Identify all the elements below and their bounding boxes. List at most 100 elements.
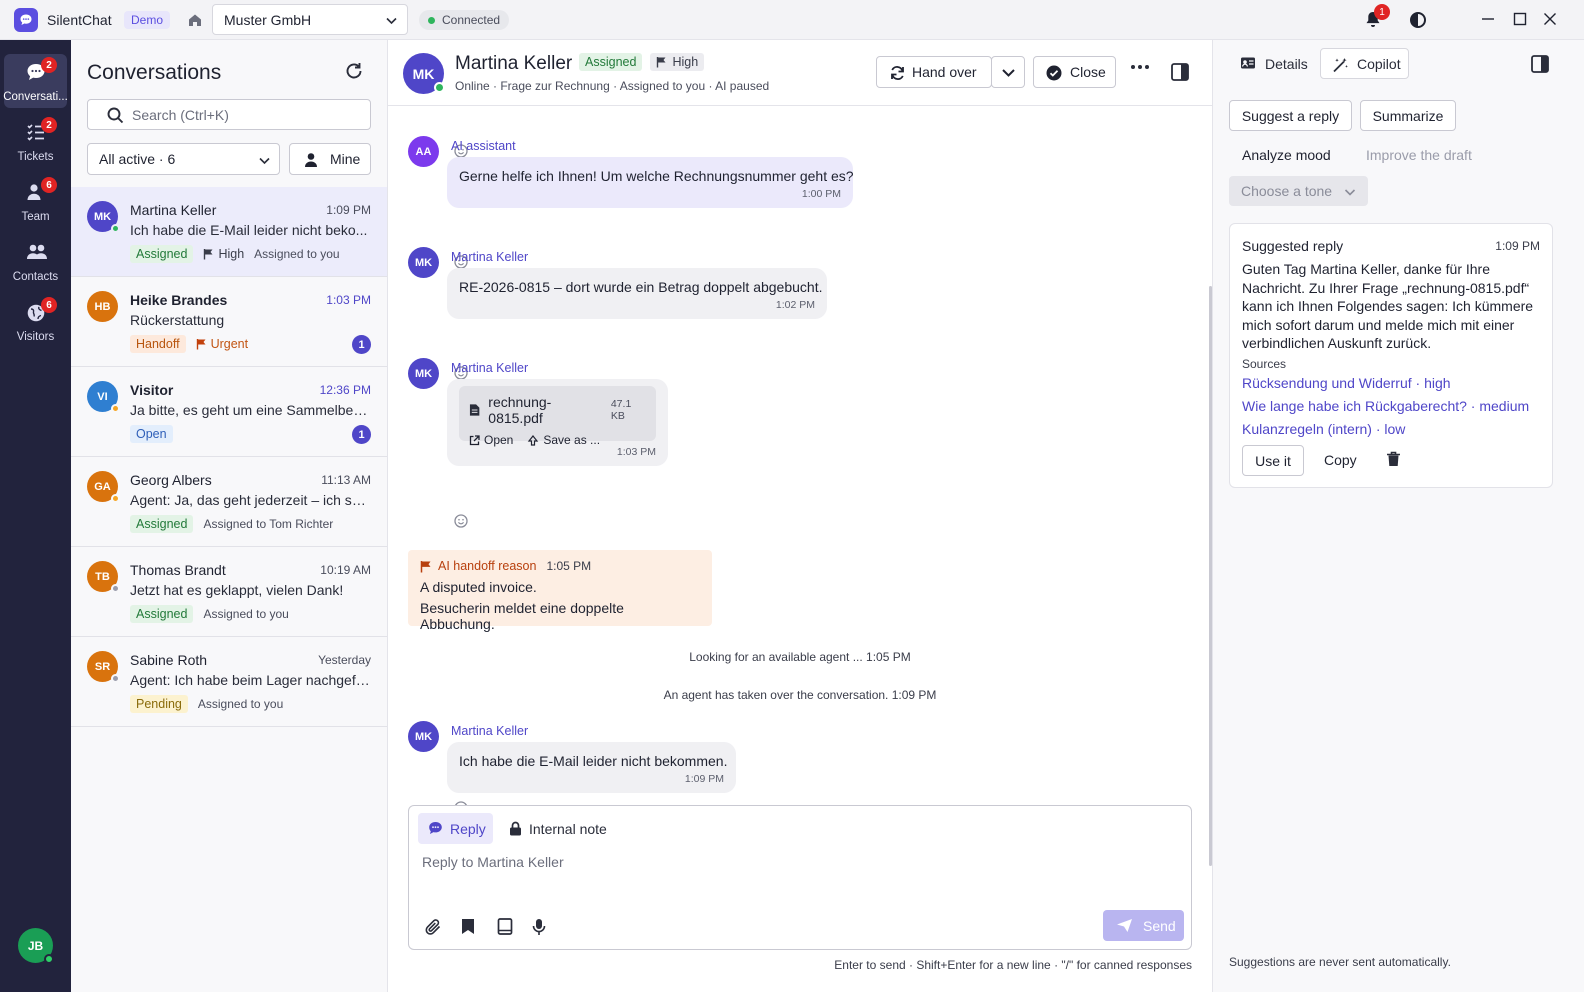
conversation-time: 12:36 PM xyxy=(319,383,371,397)
conversation-preview: Ja bitte, es geht um eine Sammelbest... xyxy=(130,402,370,418)
file-size: 47.1 KB xyxy=(610,398,632,422)
refresh-icon[interactable] xyxy=(344,61,364,81)
message-author: AI assistant xyxy=(451,139,516,153)
presence-dot xyxy=(111,404,120,413)
conversation-list-item[interactable]: HB Heike Brandes 1:03 PM Rückerstattung Hand… xyxy=(71,277,387,367)
window-maximize-icon[interactable] xyxy=(1513,12,1527,26)
workspace-select[interactable]: Muster GmbH xyxy=(212,4,408,35)
attach-paperclip-icon[interactable] xyxy=(425,918,442,936)
contacts-icon xyxy=(26,243,48,261)
conversation-list-item[interactable]: VI Visitor 12:36 PM Ja bitte, es geht um ei… xyxy=(71,367,387,457)
save-file-link[interactable]: Save as ... xyxy=(527,433,600,447)
handoff-time: 1:05 PM xyxy=(546,559,592,573)
bookmark-icon[interactable] xyxy=(461,918,475,935)
workspace-name: Muster GmbH xyxy=(224,11,312,28)
online-status-dot xyxy=(434,82,445,93)
document-icon xyxy=(469,404,480,416)
sidebar-toggle-icon[interactable] xyxy=(1171,63,1189,81)
assignee-label: Assigned to you xyxy=(254,247,340,261)
trash-icon[interactable] xyxy=(1386,451,1401,467)
react-emoji-icon[interactable] xyxy=(454,514,468,528)
conversation-meta: Open xyxy=(130,425,173,443)
suggestion-time: 1:09 PM xyxy=(1495,239,1540,253)
status-badge: Assigned xyxy=(130,605,194,623)
source-link[interactable]: Kulanzregeln (intern) · low xyxy=(1242,421,1405,437)
source-link[interactable]: Wie lange habe ich Rückgaberecht? · medi… xyxy=(1242,398,1529,414)
message-input[interactable]: Reply to Martina Keller xyxy=(422,854,564,870)
sidebar-toggle-icon[interactable] xyxy=(1531,55,1549,73)
composer: Reply Internal note Reply to Martina Kel… xyxy=(408,805,1192,950)
window-minimize-icon[interactable] xyxy=(1481,12,1495,26)
tab-details-label: Details xyxy=(1265,55,1308,72)
conversation-list-item[interactable]: GA Georg Albers 11:13 AM Agent: Ja, das geh… xyxy=(71,457,387,547)
priority-badge: High xyxy=(203,247,244,261)
chevron-down-icon xyxy=(258,154,271,167)
status-badge: Handoff xyxy=(130,335,186,353)
mine-filter-button[interactable]: Mine xyxy=(289,143,371,175)
tab-internal-note[interactable]: Internal note xyxy=(509,813,607,844)
rail-item-label: Contacts xyxy=(12,271,59,283)
flag-icon xyxy=(204,249,213,260)
message-avatar: MK xyxy=(408,247,439,278)
avatar: HB xyxy=(87,291,118,322)
microphone-icon[interactable] xyxy=(532,918,546,936)
message-bubble: RE-2026-0815 – dort wurde ein Betrag dop… xyxy=(447,268,827,319)
improve-draft-button[interactable]: Improve the draft xyxy=(1366,147,1472,163)
more-options-icon[interactable] xyxy=(1130,64,1150,70)
conversation-list-item[interactable]: MK Martina Keller 1:09 PM Ich habe die E-Ma… xyxy=(71,187,387,277)
home-icon[interactable] xyxy=(187,12,203,28)
book-icon[interactable] xyxy=(497,918,513,935)
hand-over-button[interactable]: Hand over xyxy=(876,56,992,88)
conversation-preview: Jetzt hat es geklappt, vielen Dank! xyxy=(130,582,344,598)
conversation-name: Heike Brandes xyxy=(130,292,228,308)
conversation-list-item[interactable]: SR Sabine Roth Yesterday Agent: Ich habe be… xyxy=(71,637,387,727)
chevron-down-icon xyxy=(385,14,398,27)
message-bubble: Gerne helfe ich Ihnen! Um welche Rechnun… xyxy=(447,157,854,208)
send-button[interactable]: Send xyxy=(1103,910,1184,941)
suggestion-body: Guten Tag Martina Keller, danke für Ihre… xyxy=(1242,261,1534,352)
conversation-list-item[interactable]: TB Thomas Brandt 10:19 AM Jetzt hat es gekl… xyxy=(71,547,387,637)
conversation-meta: Pending Assigned to you xyxy=(130,695,283,713)
rail-item-conversations[interactable]: 2 Conversati... xyxy=(3,54,68,108)
window-close-icon[interactable] xyxy=(1543,12,1557,26)
theme-toggle-icon[interactable] xyxy=(1409,11,1427,29)
tab-note-label: Internal note xyxy=(529,820,607,837)
message-text: RE-2026-0815 – dort wurde ein Betrag dop… xyxy=(459,279,823,295)
copy-button[interactable]: Copy xyxy=(1324,452,1357,468)
source-link[interactable]: Rücksendung und Widerruf · high xyxy=(1242,375,1451,391)
analyze-mood-button[interactable]: Analyze mood xyxy=(1242,147,1331,163)
close-label: Close xyxy=(1070,64,1106,80)
use-it-button[interactable]: Use it xyxy=(1242,445,1304,476)
rail-item-team[interactable]: 6 Team xyxy=(4,174,67,228)
open-file-link[interactable]: Open xyxy=(469,433,513,447)
summarize-button[interactable]: Summarize xyxy=(1360,100,1456,131)
close-conversation-button[interactable]: Close xyxy=(1033,56,1116,88)
rail-item-contacts[interactable]: Contacts xyxy=(4,234,67,288)
hand-over-label: Hand over xyxy=(912,64,977,80)
sources-label: Sources xyxy=(1242,357,1287,371)
tab-details[interactable]: Details xyxy=(1229,48,1313,79)
assignee-label: Assigned to Tom Richter xyxy=(203,517,334,531)
status-filter-select[interactable]: All active · 6 xyxy=(87,143,280,175)
chat-panel: MK Martina Keller Assigned High Online ·… xyxy=(388,40,1212,992)
connection-status: Connected xyxy=(419,10,510,30)
rail-item-label: Team xyxy=(21,211,50,223)
rail-item-visitors[interactable]: 6 Visitors xyxy=(4,294,67,348)
suggested-reply-card: Suggested reply 1:09 PM Guten Tag Martin… xyxy=(1229,223,1553,488)
message-time: 1:09 PM xyxy=(684,773,724,785)
system-message: An agent has taken over the conversation… xyxy=(388,688,1212,702)
search-placeholder: Search (Ctrl+K) xyxy=(132,106,229,123)
message-avatar: MK xyxy=(408,721,439,752)
header-tags: Assigned High xyxy=(579,53,705,71)
tone-select[interactable]: Choose a tone xyxy=(1229,176,1368,206)
hand-over-dropdown[interactable] xyxy=(991,56,1025,88)
search-input[interactable]: Search (Ctrl+K) xyxy=(87,99,371,130)
tab-copilot[interactable]: Copilot xyxy=(1320,48,1409,79)
person-icon xyxy=(303,152,319,168)
suggest-reply-button[interactable]: Suggest a reply xyxy=(1229,100,1352,131)
conversation-meta: Assigned Assigned to Tom Richter xyxy=(130,515,333,533)
conversation-time: 1:09 PM xyxy=(326,203,371,217)
rail-item-tickets[interactable]: 2 Tickets xyxy=(4,114,67,168)
message-bubble: rechnung-0815.pdf 47.1 KB Open Save as .… xyxy=(447,379,668,466)
tab-reply[interactable]: Reply xyxy=(418,813,493,844)
